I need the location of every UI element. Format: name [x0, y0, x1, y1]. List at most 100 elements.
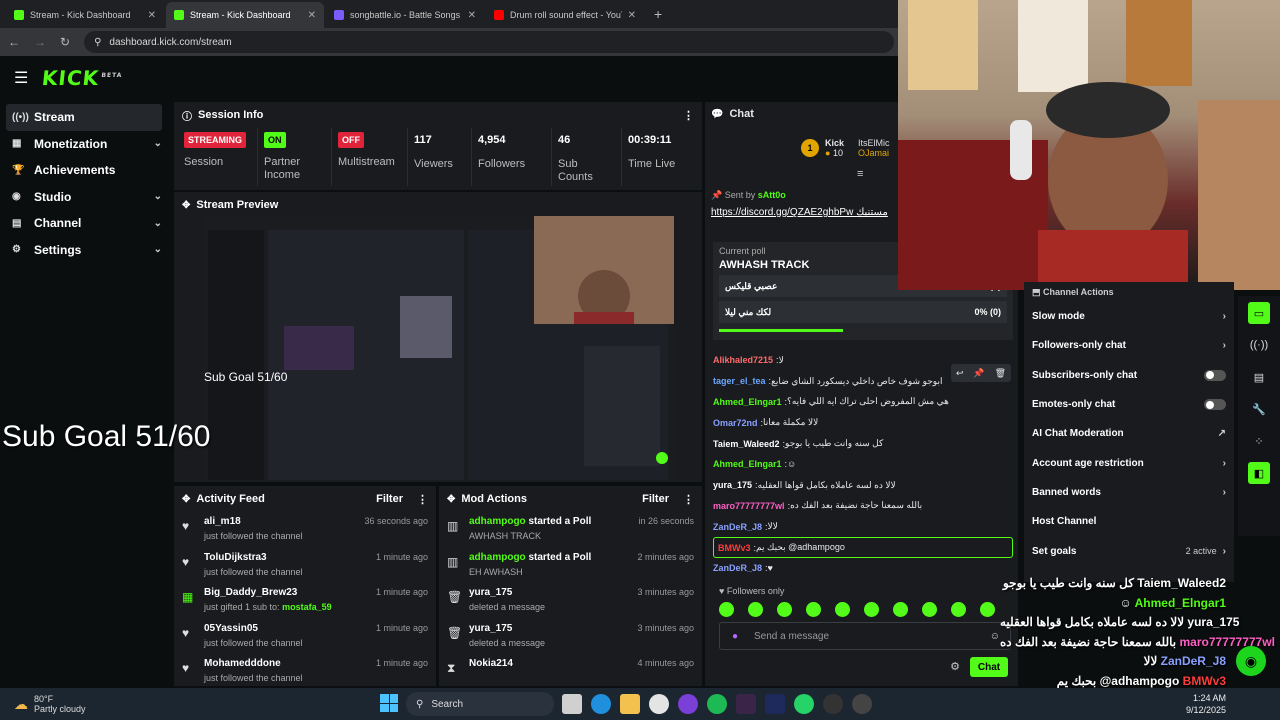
chat-message[interactable]: ZanDeR_J8: لالا: [713, 516, 1013, 537]
app-icon[interactable]: [678, 694, 698, 714]
pin-message-icon[interactable]: 📌: [973, 368, 984, 379]
channel-action-item[interactable]: Slow mode ›: [1024, 302, 1234, 331]
tab-close-icon[interactable]: ✕: [628, 10, 636, 21]
sidebar-item-channel[interactable]: ▤ Channel ⌄: [0, 210, 170, 237]
tab-close-icon[interactable]: ✕: [308, 10, 316, 21]
chat-username[interactable]: Ahmed_Elngar1: [713, 397, 782, 407]
chat-username[interactable]: Ahmed_Elngar1: [713, 459, 782, 469]
channel-action-item[interactable]: AI Chat Moderation ↗: [1024, 419, 1234, 448]
channel-action-item[interactable]: Account age restriction ›: [1024, 448, 1234, 477]
chat-message[interactable]: maro77777777wl: بالله سمعنا حاجة نضيفة ب…: [713, 496, 1013, 517]
site-info-icon[interactable]: ⚲: [94, 37, 101, 48]
back-icon[interactable]: ←: [8, 35, 20, 49]
external-link-icon[interactable]: ↗: [1218, 428, 1226, 439]
task-view-icon[interactable]: [562, 694, 582, 714]
mod-action-user[interactable]: yura_175: [469, 587, 512, 598]
chat-username[interactable]: Taiem_Waleed2: [713, 439, 780, 449]
chat-message[interactable]: yura_175: لالا ده لسه عاملاه بكامل قواها…: [713, 475, 1013, 496]
sidebar-item-monetization[interactable]: ▦ Monetization ⌄: [0, 131, 170, 158]
chat-username[interactable]: maro77777777wl: [713, 501, 785, 511]
mod-action-user[interactable]: Nokia214: [469, 658, 513, 669]
stream-preview-video[interactable]: [204, 216, 674, 480]
chat-username[interactable]: tager_el_tea: [713, 376, 766, 386]
chrome-icon[interactable]: [649, 694, 669, 714]
channel-action-item[interactable]: Subscribers-only chat: [1024, 361, 1234, 390]
system-clock[interactable]: 1:24 AM 9/12/2025: [1186, 692, 1226, 716]
emote-icon[interactable]: [719, 602, 734, 617]
sidebar-item-studio[interactable]: ◉ Studio ⌄: [0, 184, 170, 211]
activity-gift-recipient[interactable]: mostafa_59: [282, 602, 332, 612]
collapse-icon[interactable]: ≡: [857, 168, 863, 180]
more-options-icon[interactable]: ⋮: [683, 109, 694, 122]
channel-action-item[interactable]: Banned words ›: [1024, 478, 1234, 507]
leaderboard-entry[interactable]: Kick ● 10: [825, 138, 844, 158]
reply-icon[interactable]: ↩: [956, 368, 964, 379]
obs-icon[interactable]: [823, 694, 843, 714]
tab-close-icon[interactable]: ✕: [148, 10, 156, 21]
activity-user[interactable]: ToluDijkstra3: [204, 552, 376, 563]
video-editor-icon[interactable]: [736, 694, 756, 714]
chevron-down-icon[interactable]: ⌄: [154, 244, 162, 255]
emote-icon[interactable]: [835, 602, 850, 617]
taskbar-search[interactable]: ⚲ Search: [406, 692, 554, 716]
channel-action-item[interactable]: Host Channel: [1024, 507, 1234, 536]
mod-action-user[interactable]: adhampogo: [469, 552, 526, 563]
chat-username[interactable]: ZanDeR_J8: [713, 522, 762, 532]
emote-icon[interactable]: [922, 602, 937, 617]
chat-input[interactable]: ● Send a message ☺: [719, 622, 1011, 650]
chat-message[interactable]: Omar72nd: لالا مكملة معانا: [713, 412, 1013, 433]
weather-widget[interactable]: ☁ 80°F Partly cloudy: [14, 694, 86, 714]
chevron-right-icon[interactable]: ›: [1223, 311, 1226, 322]
chevron-right-icon[interactable]: ›: [1223, 546, 1226, 557]
chat-settings-icon[interactable]: ⚙: [950, 660, 960, 673]
delete-icon[interactable]: 🗑: [995, 368, 1006, 379]
menu-icon[interactable]: ☰: [14, 68, 28, 88]
chevron-right-icon[interactable]: ›: [1223, 487, 1226, 498]
chevron-down-icon[interactable]: ⌄: [154, 138, 162, 149]
spotify-icon[interactable]: [707, 694, 727, 714]
chat-message[interactable]: BMWv3: بحبك يم @adhampogo: [713, 537, 1013, 558]
kick-logo[interactable]: KICKBETA: [41, 66, 124, 90]
browser-tab[interactable]: Stream - Kick Dashboard ✕: [6, 2, 164, 28]
more-options-icon[interactable]: ⋮: [683, 493, 694, 506]
forward-icon[interactable]: →: [34, 35, 46, 49]
windows-start-icon[interactable]: [380, 694, 398, 712]
more-options-icon[interactable]: ⋮: [417, 493, 428, 506]
user-widget-icon[interactable]: ◧: [1248, 462, 1270, 484]
emoji-icon[interactable]: ☺: [990, 631, 1000, 642]
broadcast-icon[interactable]: ((·)): [1248, 334, 1270, 356]
poll-option[interactable]: لكك مني ليلا 0% (0): [719, 301, 1007, 323]
emote-icon[interactable]: [951, 602, 966, 617]
mic-icon[interactable]: ●: [732, 631, 738, 642]
chat-username[interactable]: ZanDeR_J8: [713, 563, 762, 573]
mod-filter-button[interactable]: Filter: [642, 493, 669, 505]
media-player-icon[interactable]: [852, 694, 872, 714]
chat-message[interactable]: Ahmed_Elngar1: ☺: [713, 454, 1013, 475]
tab-close-icon[interactable]: ✕: [468, 10, 476, 21]
channel-action-item[interactable]: Emotes-only chat: [1024, 390, 1234, 419]
browser-tab[interactable]: Drum roll sound effect - YouTu ✕: [486, 2, 644, 28]
tools-icon[interactable]: 🔧: [1248, 398, 1270, 420]
url-field[interactable]: ⚲ dashboard.kick.com/stream: [84, 31, 894, 53]
activity-user[interactable]: Big_Daddy_Brew23: [204, 587, 376, 598]
toggle-switch[interactable]: [1204, 369, 1226, 381]
channel-action-item[interactable]: Followers-only chat ›: [1024, 331, 1234, 360]
chevron-down-icon[interactable]: ⌄: [154, 191, 162, 202]
emote-icon[interactable]: [748, 602, 763, 617]
chevron-down-icon[interactable]: ⌄: [154, 218, 162, 229]
activity-user[interactable]: Mohamedddone: [204, 658, 376, 669]
chat-message[interactable]: Taiem_Waleed2: كل سنه وانت طيب يا بوجو: [713, 433, 1013, 454]
mod-action-user[interactable]: yura_175: [469, 623, 512, 634]
mod-action-user[interactable]: adhampogo: [469, 516, 526, 527]
chevron-right-icon[interactable]: ›: [1223, 340, 1226, 351]
chat-username[interactable]: BMWv3: [718, 543, 751, 553]
premiere-icon[interactable]: [765, 694, 785, 714]
emote-icon[interactable]: [864, 602, 879, 617]
sidebar-item-achievements[interactable]: 🏆 Achievements: [0, 157, 170, 184]
reload-icon[interactable]: ↻: [60, 35, 70, 49]
layout-icon[interactable]: ▤: [1248, 366, 1270, 388]
chat-message[interactable]: Ahmed_Elngar1: هي مش المفروض احلى تراك ا…: [713, 392, 1013, 413]
whatsapp-icon[interactable]: [794, 694, 814, 714]
emote-icon[interactable]: [893, 602, 908, 617]
file-explorer-icon[interactable]: [620, 694, 640, 714]
